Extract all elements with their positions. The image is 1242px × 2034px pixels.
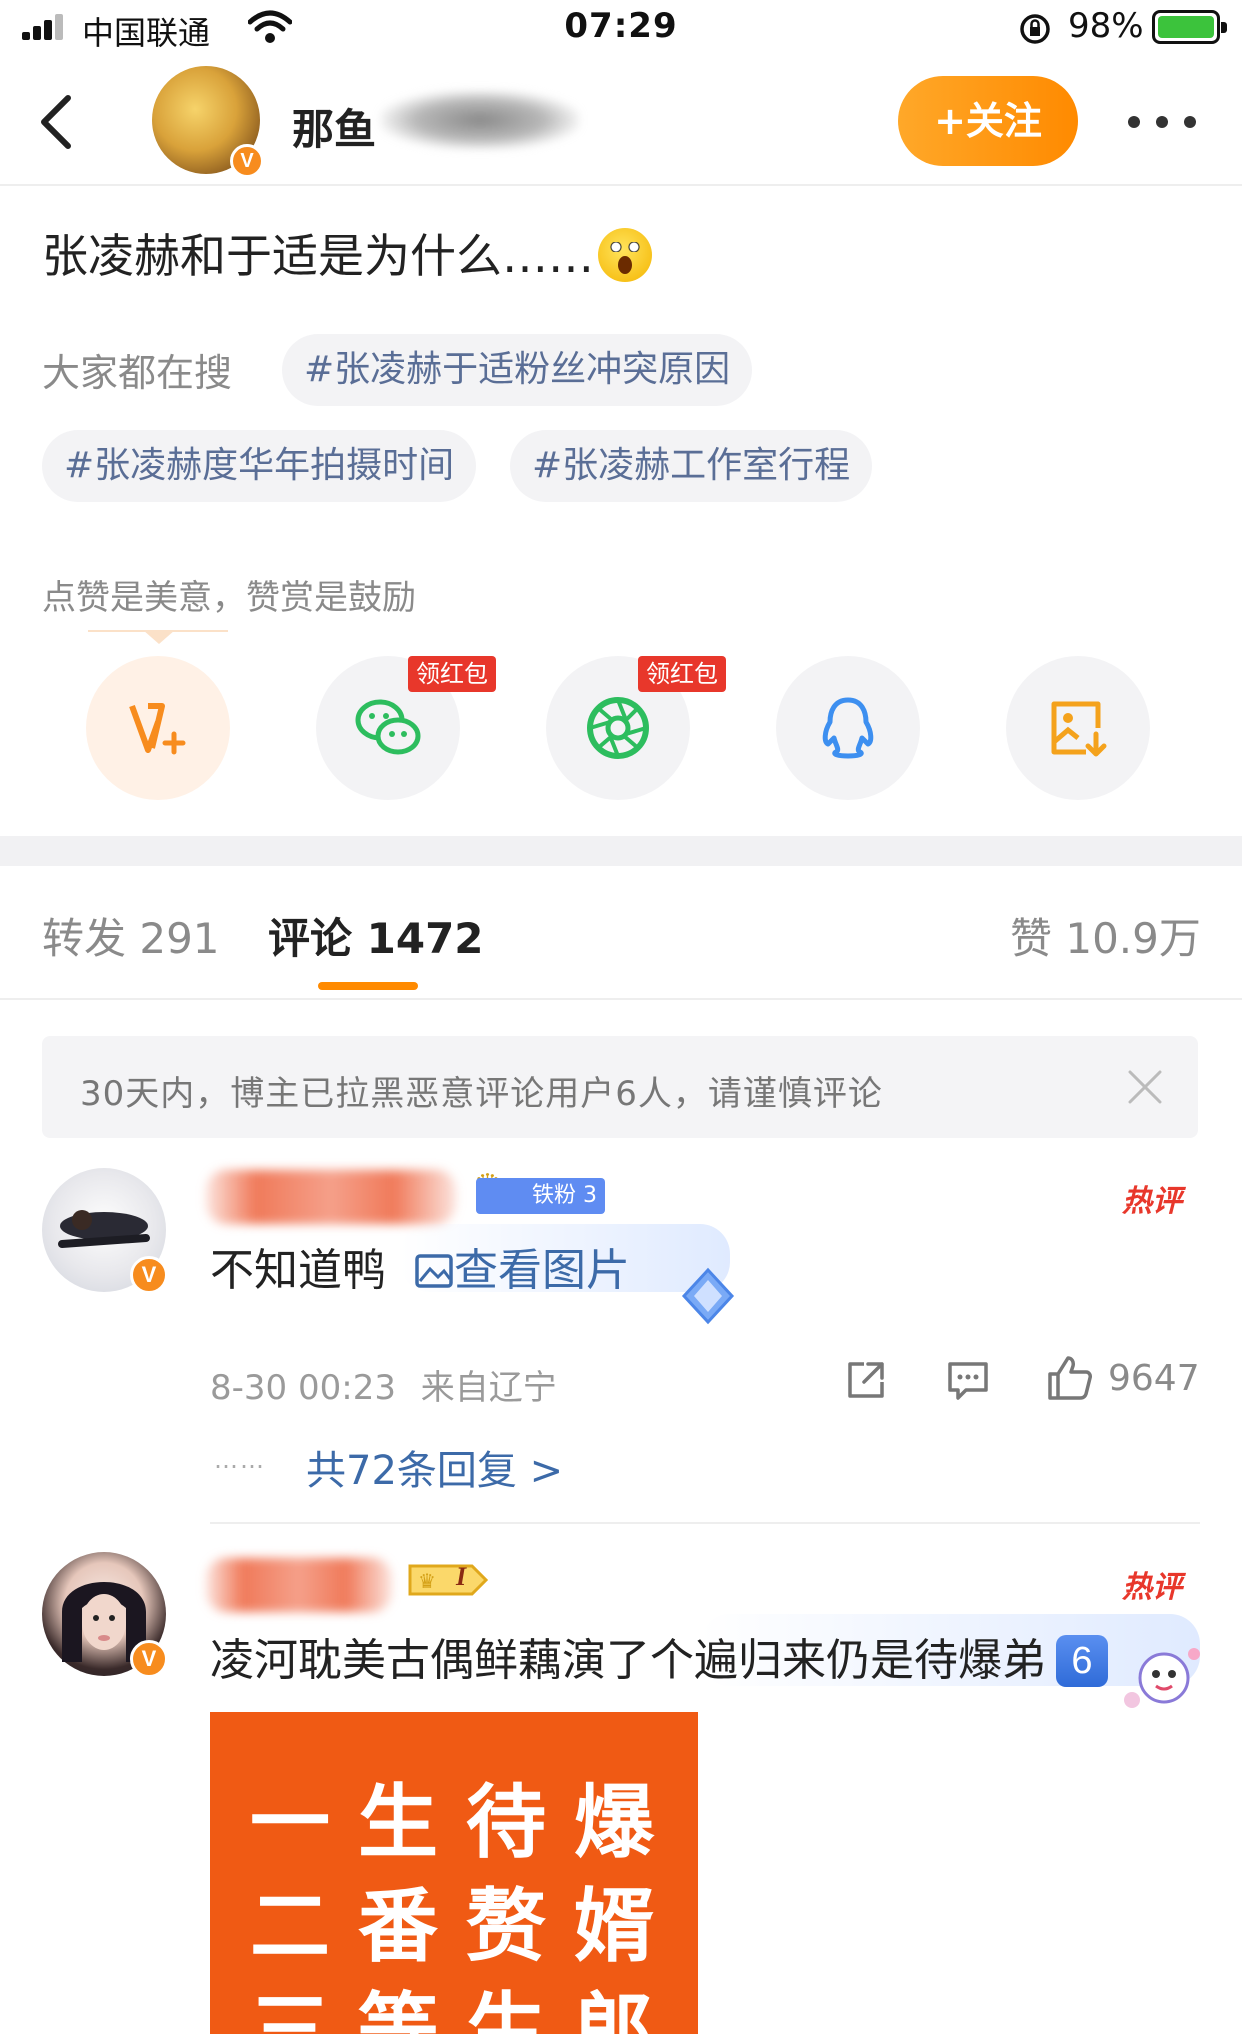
section-divider — [0, 836, 1242, 866]
like-count: 9647 — [1108, 1358, 1200, 1399]
view-replies-link[interactable]: 共72条回复 > — [306, 1438, 563, 1496]
close-icon[interactable] — [1126, 1068, 1164, 1106]
status-bar: 中国联通 07:29 98% — [0, 0, 1242, 56]
save-image-button[interactable] — [1006, 656, 1150, 800]
red-packet-badge: 领红包 — [408, 656, 496, 692]
back-icon[interactable] — [32, 92, 82, 152]
member-level-badge: ♛ — [408, 1564, 488, 1596]
reply-thread-indicator: …… — [214, 1446, 266, 1474]
moments-icon — [587, 697, 649, 759]
svg-text:♛: ♛ — [418, 1569, 436, 1593]
share-icon[interactable] — [842, 1356, 890, 1404]
weibo-reward-icon — [129, 703, 186, 755]
member-level-value: I — [456, 1562, 467, 1591]
post-text: 张凌赫和于适是为什么…… — [42, 220, 652, 286]
sticker-icon — [1124, 1648, 1200, 1708]
poster-line: 一生待爆 — [250, 1775, 682, 1869]
tab-likes[interactable]: 赞 10.9万 — [1010, 905, 1201, 966]
tabs-divider — [0, 998, 1242, 1000]
share-qq-button[interactable] — [776, 656, 920, 800]
shocked-emoji-icon — [598, 228, 652, 282]
battery-percent: 98% — [1068, 6, 1144, 46]
tab-comments[interactable]: 评论 1472 — [268, 905, 484, 966]
poster-line: 二番赘婿 — [250, 1879, 682, 1973]
avatar[interactable]: V — [152, 66, 264, 178]
name-redaction — [380, 90, 580, 150]
verified-badge-icon: V — [130, 1256, 168, 1294]
diamond-icon — [681, 1267, 735, 1325]
comment-body: 不知道鸭 — [210, 1245, 386, 1296]
battery-icon — [1152, 10, 1227, 44]
comment-text: 不知道鸭 查看图片 — [210, 1234, 630, 1298]
view-image-link[interactable]: 查看图片 — [454, 1245, 630, 1296]
like-icon[interactable] — [1044, 1352, 1096, 1404]
rotation-lock-icon — [1020, 14, 1050, 44]
tab-repost[interactable]: 转发 291 — [42, 905, 220, 966]
nav-bar: V 那鱼 +关注 — [0, 56, 1242, 186]
comment-timestamp: 8-30 00:23 来自辽宁 — [210, 1360, 557, 1409]
more-icon[interactable] — [1128, 116, 1200, 130]
clock: 07:29 — [564, 6, 678, 46]
comment-avatar[interactable]: V — [42, 1552, 168, 1678]
comment-time: 8-30 00:23 — [210, 1368, 396, 1408]
hot-comment-badge: 热评 — [1122, 1184, 1182, 1219]
verified-badge-icon: V — [130, 1640, 168, 1678]
poster-line: 三等生郎 — [250, 1983, 682, 2034]
qq-icon — [822, 697, 874, 759]
comment-icon[interactable] — [944, 1356, 992, 1404]
commenter-name-redacted[interactable] — [206, 1558, 392, 1612]
fan-badge: 铁粉 3 — [476, 1178, 605, 1214]
reward-pointer — [143, 630, 175, 644]
follow-button[interactable]: +关注 — [898, 76, 1078, 166]
comment-avatar[interactable]: V — [42, 1168, 168, 1294]
active-tab-indicator — [318, 982, 418, 990]
save-image-icon — [1051, 701, 1107, 757]
blocklist-notice: 30天内，博主已拉黑恶意评论用户6人，请谨慎评论 — [42, 1036, 1198, 1138]
comment-text: 凌河耽美古偶鲜藕演了个遍归来仍是待爆弟 6 — [210, 1624, 1108, 1688]
user-name[interactable]: 那鱼 — [292, 96, 376, 157]
trending-search-label: 大家都在搜 — [42, 351, 233, 395]
trending-tag[interactable]: #张凌赫于适粉丝冲突原因 — [282, 334, 753, 406]
wechat-icon — [355, 699, 421, 755]
comment-divider — [210, 1522, 1200, 1524]
number-emoji: 6 — [1056, 1635, 1108, 1687]
reward-text: 点赞是美意，赞赏是鼓励 — [42, 578, 416, 618]
comment-body: 凌河耽美古偶鲜藕演了个遍归来仍是待爆弟 — [210, 1635, 1046, 1686]
trending-tag[interactable]: #张凌赫工作室行程 — [510, 430, 873, 502]
hot-comment-badge: 热评 — [1122, 1570, 1182, 1605]
post-text-content: 张凌赫和于适是为什么…… — [42, 229, 594, 283]
image-icon — [415, 1254, 453, 1288]
comment-image[interactable]: 一生待爆 二番赘婿 三等生郎 — [210, 1712, 698, 2034]
reward-button[interactable] — [86, 656, 230, 800]
red-packet-badge: 领红包 — [638, 656, 726, 692]
commenter-name-redacted[interactable] — [206, 1170, 456, 1224]
trending-tag[interactable]: #张凌赫度华年拍摄时间 — [42, 430, 477, 502]
notice-text: 30天内，博主已拉黑恶意评论用户6人，请谨慎评论 — [80, 1074, 883, 1114]
verified-badge-icon: V — [230, 144, 264, 178]
comment-location: 来自辽宁 — [420, 1368, 557, 1408]
